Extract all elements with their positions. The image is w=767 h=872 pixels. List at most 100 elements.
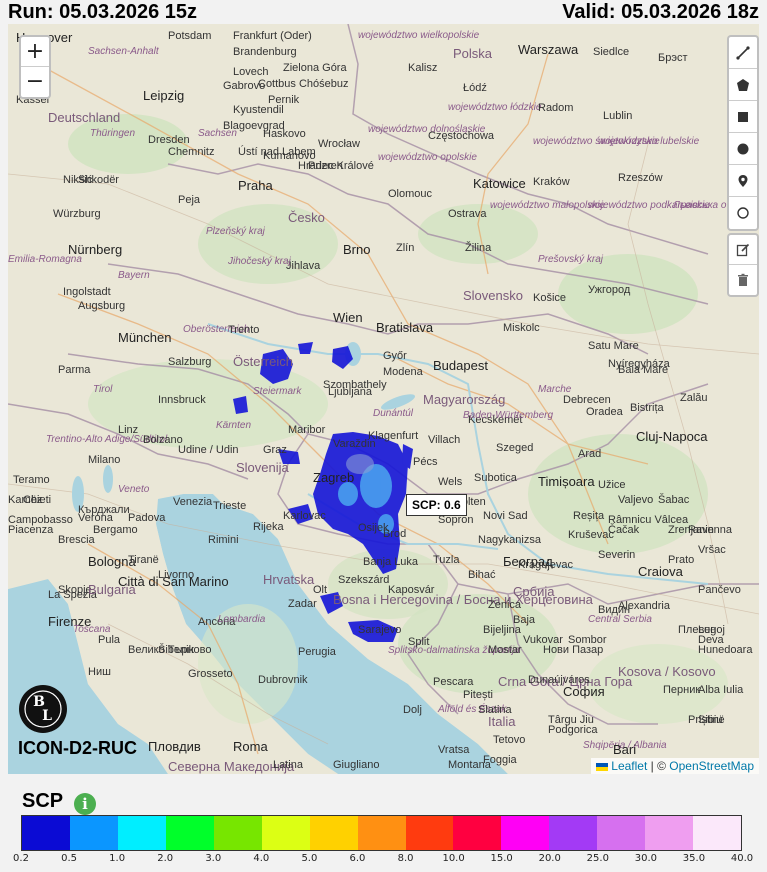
map-place-label: Haskovo [263,128,306,140]
map-place-label: województwo łódzkie [448,102,542,113]
map-place-label: Zenica [488,599,522,611]
map-place-label: Lublin [603,110,633,122]
map-place-label: Latina [273,759,303,771]
map-place-label: Jihočeský kraj [228,256,291,267]
map-place-label: Tiranë [128,554,159,566]
legend-swatch [453,816,502,850]
map-place-label: województwo lubelskie [598,136,700,147]
zoom-out-button[interactable]: − [21,67,49,97]
legend-tick: 40.0 [730,853,754,864]
map-place-label: Deutschland [48,110,121,125]
legend-swatch [165,816,214,850]
map-place-label: Brandenburg [233,46,297,58]
map-place-label: Perugia [298,646,336,658]
map-place-label: Zlín [396,242,415,254]
map-place-label: Lombardia [218,614,266,625]
map-place-label: województwo opolskie [378,152,477,163]
polygon-icon [737,78,749,91]
map-place-label: Alba Iulia [698,684,744,696]
map-place-label: Mostar [488,644,522,656]
map-place-label: Grosseto [188,668,233,680]
circle-icon [737,143,749,154]
map-place-label: Graz [263,444,287,456]
legend-colorbar [21,815,742,851]
map-place-label: Katowice [473,176,526,191]
zoom-in-button[interactable]: + [21,37,49,67]
map-place-label: Bratislava [376,320,434,335]
map-place-label: Pitești [463,689,493,701]
map-place-label: Dresden [148,134,190,146]
map-place-label: Sachsen-Anhalt [88,46,159,57]
legend-tick: 3.0 [205,853,222,864]
map-place-label: Olomouc [388,188,433,200]
map-place-label: Polska [453,46,493,61]
map-place-label: Baia Mare [618,364,669,376]
map-place-label: Siedlce [593,46,630,58]
legend-tick: 15.0 [490,853,513,864]
map-place-label: Debrecen [563,394,611,406]
map-place-label: Alexandria [618,600,670,612]
map-place-label: Šibenik [158,644,195,656]
edit-layers-button[interactable] [729,235,757,265]
map-place-label: Slovensko [463,288,523,303]
map-place-label: Dunántúl [373,408,414,419]
legend-swatch [117,816,166,850]
map-place-label: Rimini [208,534,239,546]
map-place-label: Česko [288,210,325,225]
legend-tick: 8.0 [397,853,414,864]
osm-link[interactable]: OpenStreetMap [669,759,754,773]
map-place-label: Klagenfurt [368,430,419,442]
map-place-label: Milano [88,454,121,466]
legend-title: SCP [22,790,64,812]
map-place-label: Trento [228,324,260,336]
draw-polyline-button[interactable] [729,37,757,69]
map-place-label: Shkodër [78,174,119,186]
leaflet-link[interactable]: Leaflet [611,759,647,773]
map-place-label: Częstochowa [428,130,495,142]
info-icon[interactable]: i [74,793,96,815]
map-place-label: София [563,684,605,699]
legend-swatch [501,816,550,850]
legend-swatch [645,816,694,850]
map-place-label: Брэст [658,52,688,64]
draw-polygon-button[interactable] [729,69,757,101]
map-view[interactable]: HannoverPotsdamFrankfurt (Oder)województ… [8,24,759,774]
map-place-label: Užice [598,479,626,491]
map-place-label: Pula [98,634,121,646]
draw-rectangle-button[interactable] [729,101,757,133]
map-place-label: Hrvatska [263,572,315,587]
map-place-label: Dunaújváros [528,674,590,686]
map-place-label: Novi Sad [483,510,528,522]
map-place-label: Bihać [468,569,496,581]
map-place-label: Arad [578,448,602,460]
draw-circlemarker-button[interactable] [729,197,757,229]
draw-marker-button[interactable] [729,165,757,197]
map-place-label: Slatina [478,704,512,716]
polyline-icon [736,45,750,60]
map-place-label: Linz [118,424,139,436]
legend-tick: 1.0 [109,853,126,864]
legend-swatch [22,816,70,850]
map-place-label: Tetovo [493,734,526,746]
map-place-label: Kyustendil [233,104,284,116]
map-place-label: Satu Mare [588,340,639,352]
map-place-label: Italia [488,714,516,729]
map-place-label: Kaposvár [388,584,435,596]
map-place-label: Ужгород [588,284,631,296]
map-place-label: Bulgaria [88,582,136,597]
map-place-label: Veneto [118,484,150,495]
map-place-label: Dubrovnik [258,674,308,686]
map-place-label: Livorno [158,569,195,581]
map-place-label: Subotica [474,472,517,484]
edit-icon [736,243,750,256]
map-place-label: Praha [238,178,273,193]
run-time: Run: 05.03.2026 15z [8,1,197,23]
legend-tick: 2.0 [157,853,174,864]
map-place-label: Vukovar [523,634,563,646]
delete-layers-button[interactable] [729,265,757,295]
map-place-label: Severin [598,549,636,561]
draw-circle-button[interactable] [729,133,757,165]
legend-swatch [261,816,310,850]
edit-toolbar [727,233,759,297]
map-place-label: Кърджали [78,504,130,516]
